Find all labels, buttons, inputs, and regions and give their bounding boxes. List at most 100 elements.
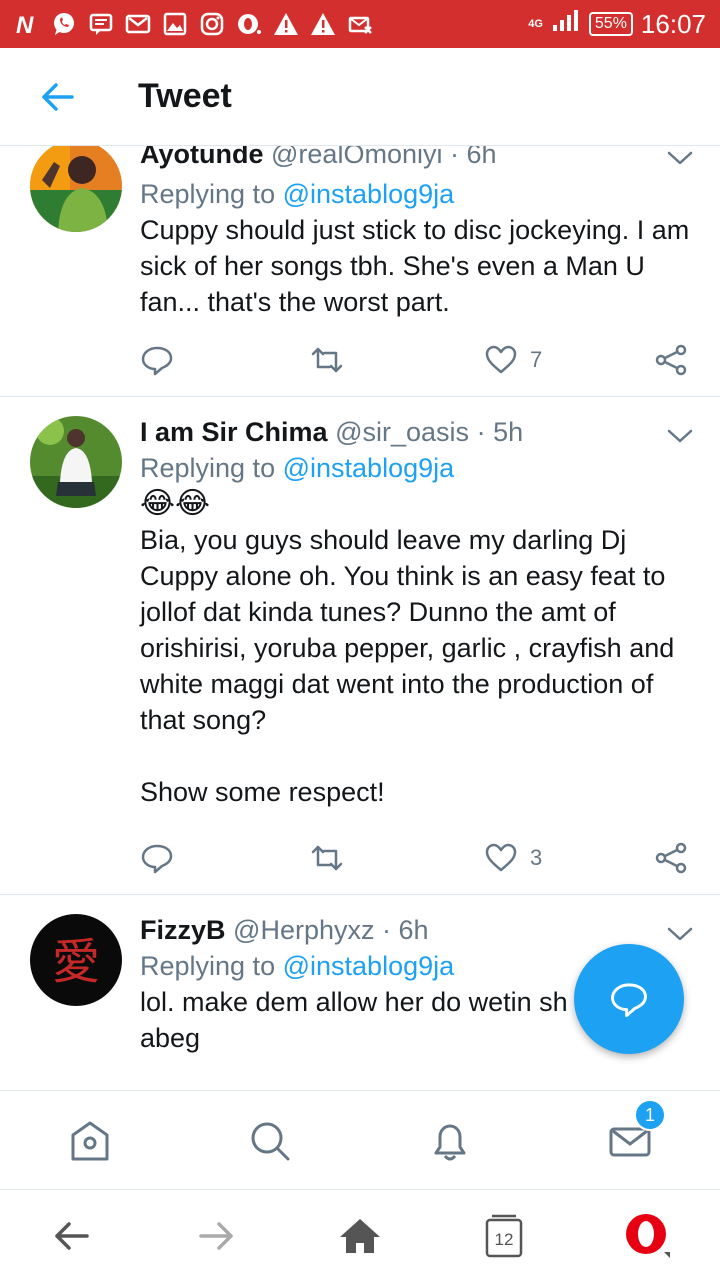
tweet-author-line: Ayotunde @realOmoniyi · 6h (140, 146, 696, 172)
author-name[interactable]: Ayotunde (140, 146, 264, 169)
tweet-time: 6h (398, 915, 429, 945)
bottom-navigation: 1 (0, 1090, 720, 1190)
heart-icon (485, 843, 517, 872)
reply-button[interactable] (140, 340, 174, 380)
system-indicators: 4G 55% 16:07 (528, 9, 706, 40)
opera-menu-button[interactable] (624, 1212, 672, 1260)
like-count: 7 (530, 347, 543, 372)
tweet-text: Cuppy should just stick to disc jockeyin… (140, 215, 690, 317)
share-button[interactable] (654, 838, 688, 878)
replying-to-label: Replying to (140, 951, 276, 981)
avatar[interactable]: 愛 (30, 914, 122, 1006)
avatar[interactable] (30, 146, 122, 232)
separator-dot: · (382, 915, 391, 945)
replying-to-label: Replying to (140, 179, 276, 209)
home-icon (71, 1121, 109, 1161)
tweet-body: Ayotunde @realOmoniyi · 6h (140, 146, 696, 172)
replying-to: Replying to @instablog9ja (140, 176, 696, 212)
tweet-actions: 3 (140, 838, 696, 878)
missed-email-icon (347, 11, 373, 37)
author-name[interactable]: FizzyB (140, 915, 226, 945)
chevron-down-icon[interactable] (666, 148, 694, 168)
home-icon (340, 1219, 380, 1253)
gallery-icon (162, 11, 188, 37)
notification-icons: N (14, 11, 373, 37)
message-icon (88, 11, 114, 37)
tab-search[interactable] (242, 1113, 298, 1169)
reply-button[interactable] (140, 838, 174, 878)
replying-to-label: Replying to (140, 453, 276, 483)
browser-tabs-button[interactable]: 12 (480, 1212, 528, 1260)
back-button[interactable] (28, 67, 88, 127)
warning-icon (310, 11, 336, 37)
chevron-down-icon[interactable] (666, 426, 694, 446)
retweet-button[interactable] (310, 838, 344, 878)
tab-messages[interactable]: 1 (602, 1099, 666, 1169)
clock: 16:07 (640, 8, 706, 39)
tweet-content: Replying to @instablog9ja Cuppy should j… (140, 176, 696, 320)
messages-badge: 1 (634, 1099, 666, 1131)
tweet-author-line: FizzyB @Herphyxz · 6h (140, 912, 696, 948)
author-handle: @sir_oasis (335, 417, 470, 447)
reply-icon (141, 844, 173, 874)
author-handle: @Herphyxz (233, 915, 375, 945)
tweet-emoji: 😂😂 (140, 487, 211, 520)
divider (0, 894, 720, 895)
like-button[interactable]: 7 (484, 340, 542, 380)
whatsapp-icon (51, 11, 77, 37)
compose-reply-button[interactable] (574, 944, 684, 1054)
reply-icon (611, 983, 647, 1017)
tweet-time: 5h (493, 417, 524, 447)
network-type: 4G (528, 18, 543, 30)
author-handle: @realOmoniyi (271, 146, 443, 169)
svg-text:N: N (16, 12, 34, 37)
share-button[interactable] (654, 340, 688, 380)
separator-dot: · (476, 417, 486, 447)
retweet-icon (311, 845, 343, 871)
divider (0, 396, 720, 397)
author-name[interactable]: I am Sir Chima (140, 417, 328, 447)
browser-forward-button[interactable] (192, 1212, 240, 1260)
chevron-down-icon[interactable] (666, 924, 694, 944)
tweet-author-line: I am Sir Chima @sir_oasis · 5h (140, 414, 696, 450)
replying-to-handle[interactable]: @instablog9ja (283, 179, 455, 209)
tweet-text: Bia, you guys should leave my darling Dj… (140, 525, 675, 807)
tab-home[interactable] (62, 1113, 118, 1169)
browser-toolbar: 12 (0, 1190, 720, 1280)
browser-back-button[interactable] (48, 1212, 96, 1260)
page-title: Tweet (138, 77, 232, 115)
tweet-actions: 7 (140, 340, 696, 380)
notifications-icon (434, 1124, 466, 1161)
avatar[interactable] (30, 416, 122, 508)
tweet-body: I am Sir Chima @sir_oasis · 5h Replying … (140, 414, 696, 810)
arrow-left-icon (55, 1222, 89, 1250)
battery-indicator: 55% (588, 12, 633, 36)
nairaland-icon: N (14, 11, 40, 37)
tweet-time: 6h (466, 146, 497, 169)
opera-logo-icon (626, 1214, 670, 1258)
status-bar: N 4G 55% 16:07 (0, 0, 720, 48)
separator-dot: · (449, 146, 459, 169)
opera-mini-icon (236, 11, 262, 37)
arrow-right-icon (199, 1222, 233, 1250)
share-icon (655, 344, 687, 376)
like-button[interactable]: 3 (484, 838, 542, 878)
warning-icon (273, 11, 299, 37)
share-icon (655, 842, 687, 874)
heart-icon (485, 345, 517, 374)
tab-count: 12 (494, 1230, 514, 1249)
back-arrow-icon (42, 82, 74, 111)
gmail-icon (125, 11, 151, 37)
search-icon (251, 1122, 290, 1161)
replying-to-handle[interactable]: @instablog9ja (283, 951, 455, 981)
tab-notifications[interactable] (422, 1113, 478, 1169)
retweet-button[interactable] (310, 340, 344, 380)
replying-to: Replying to @instablog9ja (140, 450, 696, 486)
svg-text:愛: 愛 (52, 934, 100, 990)
replying-to-handle[interactable]: @instablog9ja (283, 453, 455, 483)
browser-home-button[interactable] (336, 1212, 384, 1260)
app-header: Tweet (0, 48, 720, 146)
like-count: 3 (530, 845, 543, 870)
retweet-icon (311, 347, 343, 373)
signal-icon (551, 9, 581, 40)
